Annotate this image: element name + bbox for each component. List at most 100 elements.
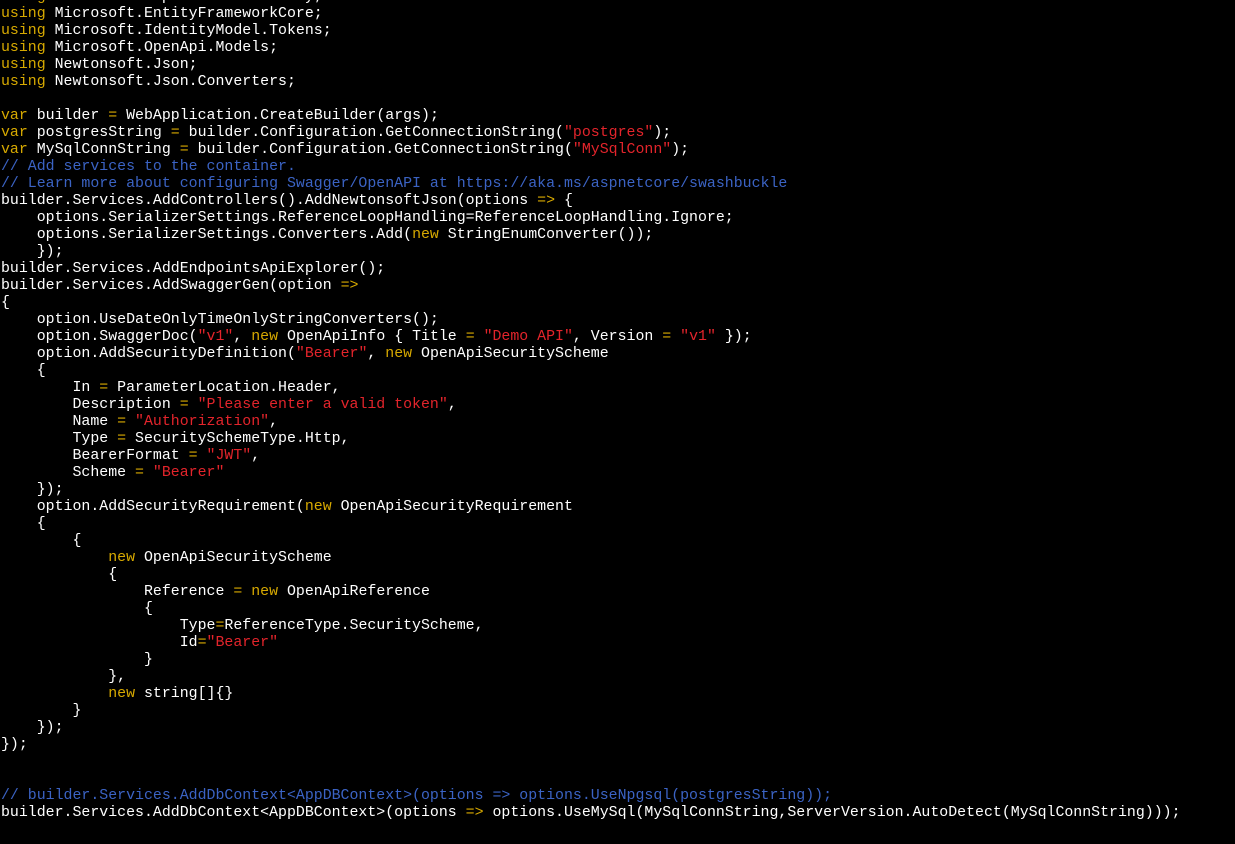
- keyword-token: =: [233, 584, 243, 600]
- comment-token: // Add services to the container.: [1, 159, 296, 175]
- string-token: "Authorization": [135, 414, 270, 430]
- code-token: BearerFormat: [1, 448, 189, 464]
- code-token: builder.Configuration.GetConnectionStrin…: [188, 142, 573, 158]
- code-line[interactable]: builder.Services.AddSwaggerGen(option =>: [1, 278, 1181, 295]
- code-token: Type: [1, 618, 216, 634]
- code-line[interactable]: BearerFormat = "JWT",: [1, 448, 1181, 465]
- code-line[interactable]: option.AddSecurityDefinition("Bearer", n…: [1, 346, 1181, 363]
- comment-token: // builder.Services.AddDbContext<AppDBCo…: [1, 788, 833, 804]
- keyword-token: =: [135, 465, 144, 481]
- code-line[interactable]: });: [1, 720, 1181, 737]
- code-token: ParameterLocation.Header,: [108, 380, 341, 396]
- code-line[interactable]: using Microsoft.OpenApi.Models;: [1, 40, 1181, 57]
- code-token: , Version: [572, 329, 663, 345]
- code-line[interactable]: var MySqlConnString = builder.Configurat…: [1, 142, 1181, 159]
- code-line[interactable]: new string[]{}: [1, 686, 1181, 703]
- string-token: "v1": [197, 329, 234, 345]
- code-line[interactable]: var postgresString = builder.Configurati…: [1, 125, 1181, 142]
- code-line[interactable]: builder.Services.AddControllers().AddNew…: [1, 193, 1181, 210]
- code-token: {: [555, 193, 573, 209]
- code-line[interactable]: Id="Bearer": [1, 635, 1181, 652]
- code-line[interactable]: // builder.Services.AddDbContext<AppDBCo…: [1, 788, 1181, 805]
- code-line[interactable]: Type = SecuritySchemeType.Http,: [1, 431, 1181, 448]
- code-line[interactable]: }: [1, 652, 1181, 669]
- code-line[interactable]: // Learn more about configuring Swagger/…: [1, 176, 1181, 193]
- code-editor[interactable]: using Microsoft.AspNetCore.Identity;usin…: [0, 0, 1235, 844]
- string-token: "Please enter a valid token": [197, 397, 448, 413]
- code-line[interactable]: option.UseDateOnlyTimeOnlyStringConverte…: [1, 312, 1181, 329]
- code-line[interactable]: Reference = new OpenApiReference: [1, 584, 1181, 601]
- code-line[interactable]: {: [1, 567, 1181, 584]
- code-line[interactable]: options.SerializerSettings.Converters.Ad…: [1, 227, 1181, 244]
- code-token: });: [715, 329, 752, 345]
- code-token: option.UseDateOnlyTimeOnlyStringConverte…: [1, 312, 439, 328]
- code-line[interactable]: using Microsoft.EntityFrameworkCore;: [1, 6, 1181, 23]
- keyword-token: using: [1, 57, 46, 73]
- keyword-token: =: [170, 125, 180, 141]
- code-token: builder.Services.AddEndpointsApiExplorer…: [1, 261, 386, 277]
- code-line[interactable]: option.AddSecurityRequirement(new OpenAp…: [1, 499, 1181, 516]
- code-line[interactable]: using Newtonsoft.Json;: [1, 57, 1181, 74]
- code-token: OpenApiSecurityRequirement: [331, 499, 573, 515]
- code-line[interactable]: },: [1, 669, 1181, 686]
- code-line[interactable]: });: [1, 482, 1181, 499]
- code-line[interactable]: options.SerializerSettings.ReferenceLoop…: [1, 210, 1181, 227]
- code-token: Newtonsoft.Json.Converters;: [45, 74, 296, 90]
- keyword-token: new: [385, 346, 413, 362]
- code-line[interactable]: using Microsoft.IdentityModel.Tokens;: [1, 23, 1181, 40]
- code-line[interactable]: Type=ReferenceType.SecurityScheme,: [1, 618, 1181, 635]
- code-token: string[]{}: [135, 686, 234, 702]
- keyword-token: using: [1, 74, 46, 90]
- keyword-token: =: [108, 108, 118, 124]
- keyword-token: =: [117, 431, 127, 447]
- code-line[interactable]: Scheme = "Bearer": [1, 465, 1181, 482]
- code-token: WebApplication.CreateBuilder(args);: [117, 108, 439, 124]
- code-line[interactable]: using Newtonsoft.Json.Converters;: [1, 74, 1181, 91]
- keyword-token: =>: [537, 193, 556, 209]
- code-line[interactable]: In = ParameterLocation.Header,: [1, 380, 1181, 397]
- code-token: builder.Services.AddDbContext<AppDBConte…: [1, 805, 466, 821]
- code-line[interactable]: [1, 91, 1181, 108]
- code-token: option.SwaggerDoc(: [1, 329, 198, 345]
- code-line[interactable]: [1, 771, 1181, 788]
- code-token: {: [1, 601, 153, 617]
- code-token: });: [1, 720, 64, 736]
- code-line[interactable]: new OpenApiSecurityScheme: [1, 550, 1181, 567]
- code-line[interactable]: // Add services to the container.: [1, 159, 1181, 176]
- code-line[interactable]: Description = "Please enter a valid toke…: [1, 397, 1181, 414]
- keyword-token: =: [197, 635, 207, 651]
- code-line[interactable]: {: [1, 363, 1181, 380]
- code-token: options.SerializerSettings.Converters.Ad…: [1, 227, 413, 243]
- code-line[interactable]: [1, 754, 1181, 771]
- code-token: });: [1, 244, 64, 260]
- code-line[interactable]: var builder = WebApplication.CreateBuild…: [1, 108, 1181, 125]
- code-token: {: [1, 516, 46, 532]
- code-token: postgresString: [27, 125, 171, 141]
- code-line[interactable]: });: [1, 737, 1181, 754]
- code-token: Id: [1, 635, 198, 651]
- code-line[interactable]: {: [1, 533, 1181, 550]
- code-token: Scheme: [1, 465, 136, 481]
- string-token: "Bearer": [206, 635, 279, 651]
- code-token: Name: [1, 414, 118, 430]
- keyword-token: =: [117, 414, 127, 430]
- code-token: Reference: [1, 584, 234, 600]
- code-line[interactable]: {: [1, 601, 1181, 618]
- code-line[interactable]: });: [1, 244, 1181, 261]
- code-line[interactable]: }: [1, 703, 1181, 720]
- code-token: }: [1, 703, 82, 719]
- code-line[interactable]: {: [1, 295, 1181, 312]
- code-line[interactable]: builder.Services.AddDbContext<AppDBConte…: [1, 805, 1181, 822]
- code-token: Microsoft.IdentityModel.Tokens;: [45, 23, 332, 39]
- code-token: Newtonsoft.Json;: [45, 57, 198, 73]
- code-token: options.UseMySql(MySqlConnString,ServerV…: [483, 805, 1181, 821]
- code-token: StringEnumConverter());: [438, 227, 654, 243]
- code-line[interactable]: Name = "Authorization",: [1, 414, 1181, 431]
- code-line[interactable]: builder.Services.AddEndpointsApiExplorer…: [1, 261, 1181, 278]
- code-line[interactable]: option.SwaggerDoc("v1", new OpenApiInfo …: [1, 329, 1181, 346]
- string-token: "v1": [680, 329, 716, 345]
- code-line[interactable]: {: [1, 516, 1181, 533]
